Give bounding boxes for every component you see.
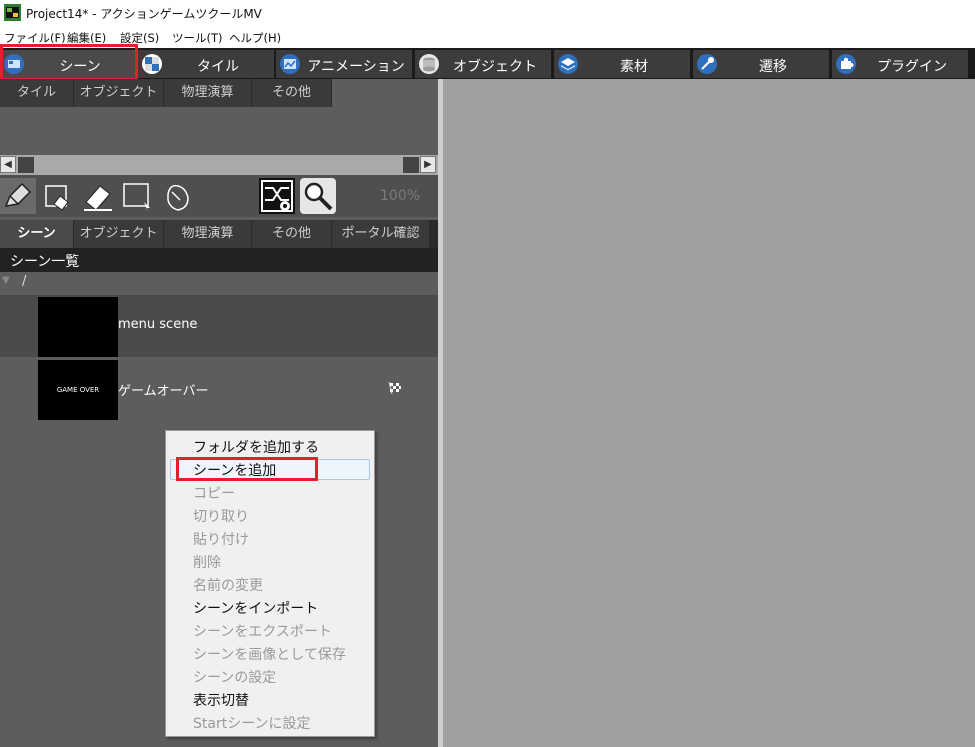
scroll-right-icon[interactable]: ▶ xyxy=(420,156,436,173)
scene-list-header: シーン一覧 xyxy=(0,248,438,272)
collapse-triangle-icon[interactable]: ▼ xyxy=(2,275,10,286)
rectangle-fill-tool-icon[interactable] xyxy=(40,178,76,214)
subtab-physics[interactable]: 物理演算 xyxy=(164,79,252,107)
tile-icon xyxy=(142,54,162,74)
window-title: Project14* - アクションゲームツクールMV xyxy=(26,7,262,21)
highlight-box xyxy=(176,457,318,481)
menu-help[interactable]: ヘルプ(H) xyxy=(229,30,281,46)
context-menu: フォルダを追加する シーンを追加 コピー 切り取り 貼り付け 削除 名前の変更 … xyxy=(165,430,375,737)
tile-palette[interactable] xyxy=(0,107,438,155)
tile-subtab-bar: タイル オブジェクト 物理演算 その他 xyxy=(0,79,332,107)
horizontal-scrollbar[interactable]: ◀ ▶ xyxy=(0,155,438,175)
scene-list-title: シーン一覧 xyxy=(10,254,80,270)
highlight-box xyxy=(0,44,138,81)
menu-delete[interactable]: 削除 xyxy=(193,552,221,572)
menu-add-folder[interactable]: フォルダを追加する xyxy=(193,437,319,457)
puzzle-icon xyxy=(836,54,856,74)
hand-tool-icon[interactable] xyxy=(160,178,196,214)
tab-animation[interactable]: アニメーション xyxy=(276,50,412,78)
scene-thumbnail xyxy=(38,297,118,357)
menu-copy[interactable]: コピー xyxy=(193,483,235,503)
tab-label: 遷移 xyxy=(759,59,787,75)
menu-export-scene[interactable]: シーンをエクスポート xyxy=(193,621,332,641)
scene-name: ゲームオーバー xyxy=(118,384,209,399)
menu-save-scene-image[interactable]: シーンを画像として保存 xyxy=(193,644,346,664)
subtab-scene[interactable]: シーン xyxy=(0,220,74,248)
object-icon xyxy=(419,54,439,74)
select-tool-icon[interactable] xyxy=(120,178,156,214)
title-bar: Project14* - アクションゲームツクールMV xyxy=(0,0,975,26)
eraser-tool-icon[interactable] xyxy=(80,178,116,214)
app-icon xyxy=(4,4,21,21)
menu-cut[interactable]: 切り取り xyxy=(193,506,249,526)
checkered-flag-icon xyxy=(388,382,401,394)
tab-label: タイル xyxy=(197,59,239,75)
menu-import-scene[interactable]: シーンをインポート xyxy=(193,598,318,618)
tab-label: アニメーション xyxy=(307,59,405,75)
pencil-tool-icon[interactable] xyxy=(0,178,36,214)
tab-tile[interactable]: タイル xyxy=(138,50,274,78)
menu-paste[interactable]: 貼り付け xyxy=(193,529,249,549)
scene-subtab-bar: シーン オブジェクト 物理演算 その他 ポータル確認 xyxy=(0,220,438,248)
scene-canvas[interactable] xyxy=(443,79,975,747)
menu-toggle-display[interactable]: 表示切替 xyxy=(193,690,249,710)
subtab-other[interactable]: その他 xyxy=(252,220,332,248)
tab-transition[interactable]: 遷移 xyxy=(693,50,829,78)
scroll-left-icon[interactable]: ◀ xyxy=(0,156,16,173)
layers-icon xyxy=(558,54,578,74)
subtab-object[interactable]: オブジェクト xyxy=(74,79,164,107)
shuffle-eye-icon[interactable] xyxy=(259,178,295,214)
tab-label: プラグイン xyxy=(877,59,947,75)
tab-object[interactable]: オブジェクト xyxy=(415,50,551,78)
tab-label: 素材 xyxy=(620,59,648,75)
scene-name: menu scene xyxy=(118,317,198,332)
menu-scene-settings[interactable]: シーンの設定 xyxy=(193,667,276,687)
subtab-tile[interactable]: タイル xyxy=(0,79,74,107)
scene-thumbnail: GAME OVER xyxy=(38,360,118,420)
tab-plugin[interactable]: プラグイン xyxy=(832,50,968,78)
tab-label: オブジェクト xyxy=(453,59,537,75)
scroll-track-end xyxy=(403,157,419,173)
animation-icon xyxy=(280,54,300,74)
transition-icon xyxy=(697,54,717,74)
folder-row[interactable]: ▼ / xyxy=(0,272,438,294)
tab-material[interactable]: 素材 xyxy=(554,50,690,78)
menu-tools[interactable]: ツール(T) xyxy=(172,30,223,46)
menu-bar: ファイル(F) 編集(E) 設定(S) ツール(T) ヘルプ(H) xyxy=(0,26,975,48)
subtab-portal-check[interactable]: ポータル確認 xyxy=(332,220,430,248)
zoom-level: 100% xyxy=(380,188,421,204)
menu-rename[interactable]: 名前の変更 xyxy=(193,575,263,595)
scene-item[interactable]: GAME OVER ゲームオーバー xyxy=(0,358,438,420)
subtab-other[interactable]: その他 xyxy=(252,79,332,107)
folder-name: / xyxy=(22,274,27,289)
scroll-thumb[interactable] xyxy=(18,157,34,173)
tool-bar: 100% xyxy=(0,175,438,217)
magnifier-icon[interactable] xyxy=(300,178,336,214)
menu-set-start-scene[interactable]: Startシーンに設定 xyxy=(193,713,311,733)
scene-item[interactable]: menu scene xyxy=(0,295,438,357)
main-tab-bar: シーン タイル アニメーション オブジェクト 素材 遷移 プラグイン xyxy=(0,44,975,81)
subtab-object[interactable]: オブジェクト xyxy=(74,220,164,248)
subtab-physics[interactable]: 物理演算 xyxy=(164,220,252,248)
